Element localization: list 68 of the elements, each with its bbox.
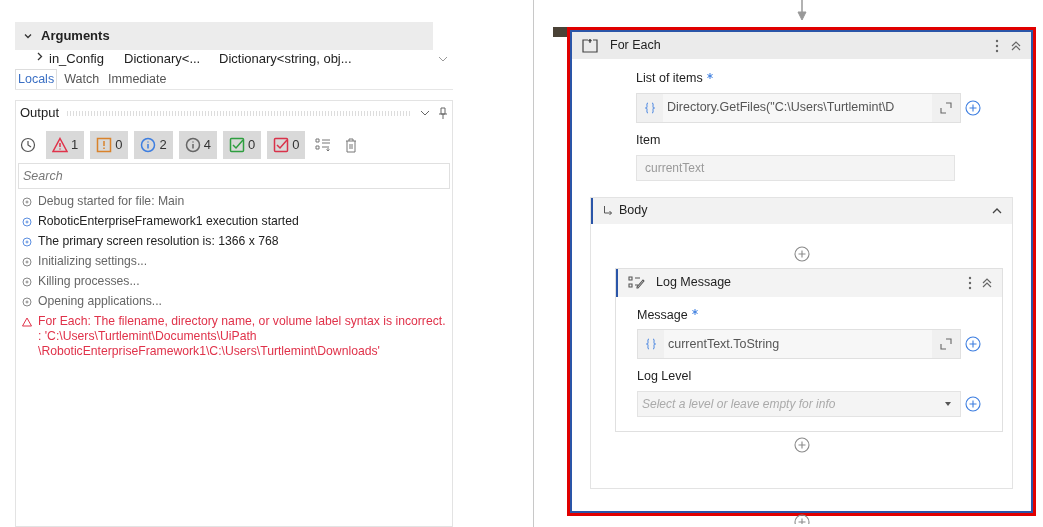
collapse-icon[interactable] — [1011, 40, 1021, 51]
log-filter-toggle[interactable]: 0 — [267, 131, 306, 159]
log-entry: For Each: The filename, directory name, or volume label syntax is incorrect. : 'C:\Users\Turtlemint\Documents\UiPath \RoboticEnterpriseFramework1\C:\Users\Turtlemint\Downloads' — [38, 314, 446, 359]
expression-field[interactable]: Directory.GetFiles("C:\Users\Turtlemint\D — [636, 92, 961, 123]
log-entry: The primary screen resolution is: 1366 x 768 — [38, 234, 279, 249]
field-value: Directory.GetFiles("C:\Users\Turtlemint\D — [663, 93, 932, 122]
connector-arrow-icon — [796, 0, 807, 22]
log-filter-toggle[interactable]: 1 — [46, 131, 85, 159]
debug-tab[interactable]: Immediate — [106, 69, 169, 89]
add-icon[interactable] — [965, 336, 981, 353]
info-level-icon — [140, 137, 157, 153]
log-filter-toggle[interactable]: 4 — [178, 131, 217, 159]
log-filter-toggle[interactable]: 0 — [222, 131, 262, 159]
log-entry: Initializing settings... — [38, 254, 148, 269]
log-filter-toggle[interactable]: 2 — [134, 131, 173, 159]
field-label: List of items — [636, 70, 703, 87]
trash-icon[interactable] — [345, 137, 358, 153]
search-field[interactable]: Search — [18, 163, 450, 189]
activity-title: For Each — [610, 37, 662, 55]
more-icon[interactable] — [968, 275, 972, 290]
branch-arrow-icon — [603, 205, 613, 216]
pin-icon[interactable] — [438, 107, 448, 119]
field-label: Log Level — [637, 368, 692, 386]
activity-card[interactable]: For Each List of items Directory.GetFiles("C:\Users\Turtlemint\D Item currentText Body Log Message Message currentText.ToString Log Level Select a level or leave empty for info — [567, 27, 1036, 516]
caret-icon — [944, 401, 952, 407]
collapse-icon[interactable] — [982, 277, 992, 288]
more-icon[interactable] — [995, 38, 999, 53]
collapse-icon[interactable] — [992, 207, 1002, 214]
log-filter-toggle[interactable]: 0 — [90, 131, 129, 159]
field-label: Item — [636, 131, 661, 149]
log-entry: Killing processes... — [38, 274, 140, 289]
drag-handle[interactable] — [553, 27, 567, 37]
add-icon[interactable] — [793, 245, 810, 262]
add-icon[interactable] — [965, 396, 981, 412]
log-entry: RoboticEnterpriseFramework1 execution started — [38, 214, 299, 229]
add-icon[interactable] — [965, 99, 981, 116]
field-label: Message — [637, 306, 688, 324]
braces-icon — [645, 101, 655, 114]
expression-field[interactable]: currentText.ToString — [637, 329, 961, 360]
scroll-down-icon[interactable] — [438, 56, 448, 62]
list-icon[interactable] — [315, 138, 332, 152]
loop-icon — [582, 38, 598, 53]
section-header[interactable]: Arguments — [15, 22, 433, 50]
expand-icon[interactable] — [940, 101, 952, 114]
activity-title: Log Message — [656, 274, 733, 292]
variable-type: Dictionary<... — [124, 52, 202, 65]
expand-icon[interactable] — [940, 338, 952, 351]
activity-card[interactable]: Log Message Message currentText.ToString Log Level Select a level or leave empty for info — [615, 267, 1003, 432]
log-entry: Debug started for file: Main — [38, 194, 185, 209]
debug-tab[interactable]: Watch — [62, 69, 102, 89]
braces-icon — [646, 338, 656, 351]
debug-tab[interactable]: Locals — [15, 69, 58, 89]
log-icon — [628, 275, 646, 290]
log-entry: Opening applications... — [38, 294, 162, 309]
error-level-icon — [52, 137, 68, 153]
warning-icon — [22, 317, 32, 327]
chevron-icon[interactable] — [420, 110, 430, 116]
clock-icon[interactable] — [20, 137, 36, 153]
success-level-icon — [228, 137, 245, 153]
field-value: currentText.ToString — [664, 330, 932, 359]
add-icon[interactable] — [793, 437, 810, 453]
failure-level-icon — [273, 137, 290, 153]
body-header[interactable]: Body — [591, 197, 1012, 224]
variable-name: in_Config — [49, 52, 105, 65]
warning-level-icon — [96, 137, 113, 153]
panel-title: Output — [20, 104, 60, 123]
trace-level-icon — [184, 137, 201, 153]
variable-value: Dictionary<string, obj... — [219, 52, 352, 65]
